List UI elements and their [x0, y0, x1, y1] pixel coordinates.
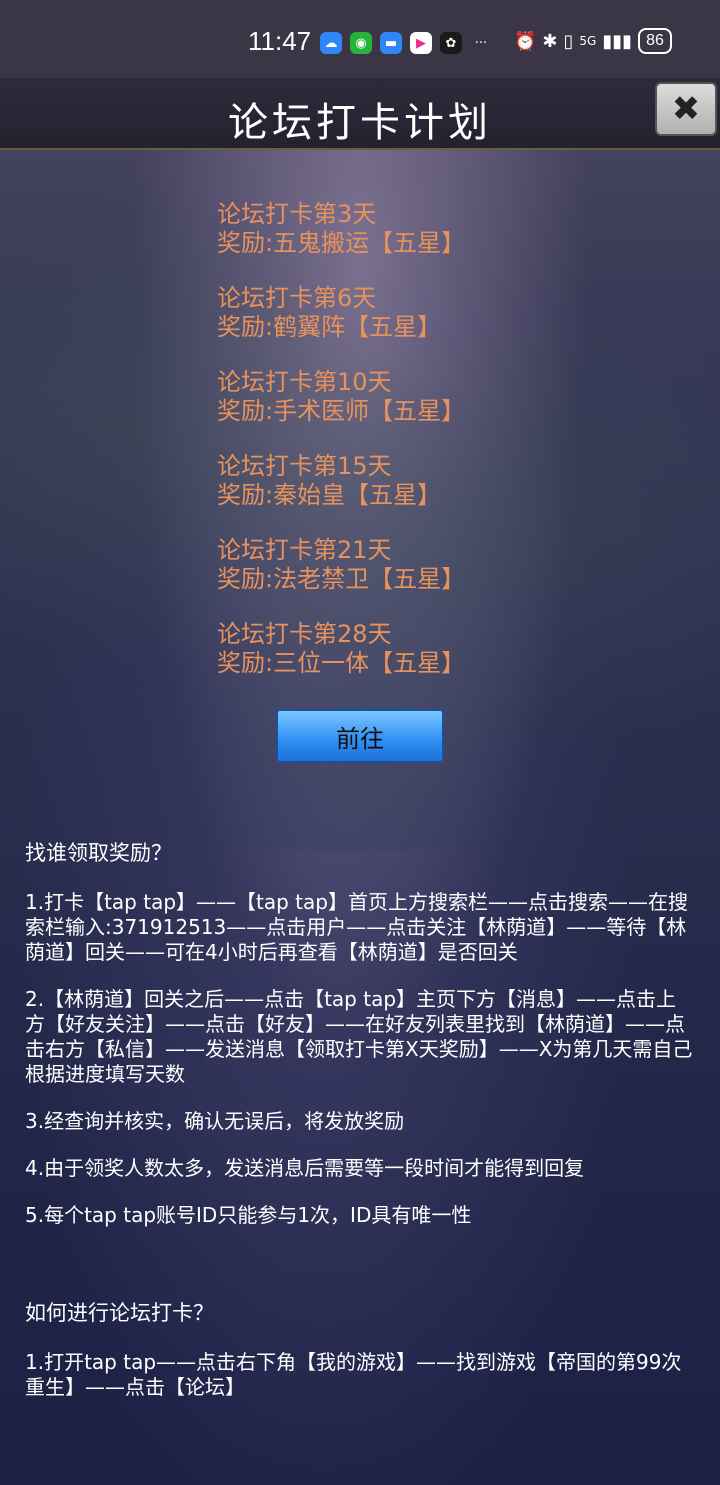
- reward-prize: 奖励:手术医师【五星】: [217, 397, 466, 425]
- reward-day: 论坛打卡第3天: [217, 200, 377, 228]
- close-button[interactable]: ✖: [655, 82, 717, 136]
- signal-icon: ▮▮▮: [602, 30, 633, 52]
- howto-heading: 如何进行论坛打卡？: [25, 1301, 214, 1325]
- claim-heading: 找谁领取奖励？: [25, 841, 172, 865]
- reward-item: 论坛打卡第21天 奖励:法老禁卫【五星】: [217, 536, 465, 594]
- app-icon: ✿: [440, 32, 462, 54]
- status-time: 11:47: [248, 26, 312, 56]
- reward-prize: 奖励:三位一体【五星】: [217, 649, 466, 677]
- message-icon: ▬: [380, 32, 402, 54]
- instructions: 找谁领取奖励？ 1.打卡【tap tap】——【tap tap】首页上方搜索栏—…: [25, 838, 695, 1422]
- cloud-icon: ☁: [320, 32, 342, 54]
- claim-step: 1.打卡【tap tap】——【tap tap】首页上方搜索栏——点击搜索——在…: [25, 890, 688, 964]
- reward-day: 论坛打卡第6天: [217, 284, 377, 312]
- bluetooth-icon: ✱: [542, 30, 558, 52]
- reward-day: 论坛打卡第28天: [217, 620, 392, 648]
- reward-day: 论坛打卡第21天: [217, 536, 392, 564]
- more-icon: ···: [474, 35, 488, 51]
- reward-prize: 奖励:法老禁卫【五星】: [217, 565, 466, 593]
- reward-item: 论坛打卡第3天 奖励:五鬼搬运【五星】: [217, 200, 465, 258]
- go-button[interactable]: 前往: [276, 709, 444, 763]
- reward-prize: 奖励:五鬼搬运【五星】: [217, 229, 466, 257]
- close-icon: ✖: [671, 89, 701, 129]
- vibrate-icon: ▯: [563, 30, 574, 52]
- reward-list: 论坛打卡第3天 奖励:五鬼搬运【五星】 论坛打卡第6天 奖励:鹤翼阵【五星】 论…: [217, 200, 465, 704]
- system-status: ⏰ ✱ ▯ 5G ▮▮▮ 86: [514, 28, 672, 54]
- wechat-icon: ◉: [350, 32, 372, 54]
- reward-prize: 奖励:秦始皇【五星】: [217, 481, 442, 509]
- video-app-icon: ▶: [410, 32, 432, 54]
- reward-prize: 奖励:鹤翼阵【五星】: [217, 313, 442, 341]
- header-bar: 论坛打卡计划: [0, 78, 720, 150]
- alarm-icon: ⏰: [514, 30, 537, 52]
- claim-step: 2.【林荫道】回关之后——点击【tap tap】主页下方【消息】——点击上方【好…: [25, 987, 693, 1086]
- reward-day: 论坛打卡第10天: [217, 368, 392, 396]
- battery-indicator: 86: [638, 28, 672, 54]
- reward-item: 论坛打卡第6天 奖励:鹤翼阵【五星】: [217, 284, 465, 342]
- status-bar: 11:47 ☁ ◉ ▬ ▶ ✿ ··· ⏰ ✱ ▯ 5G ▮▮▮ 86: [0, 0, 720, 78]
- howto-step: 1.打开tap tap——点击右下角【我的游戏】——找到游戏【帝国的第99次重生…: [25, 1350, 682, 1399]
- page-title: 论坛打卡计划: [228, 100, 492, 146]
- claim-step: 5.每个tap tap账号ID只能参与1次，ID具有唯一性: [25, 1203, 472, 1227]
- reward-item: 论坛打卡第10天 奖励:手术医师【五星】: [217, 368, 465, 426]
- claim-step: 4.由于领奖人数太多，发送消息后需要等一段时间才能得到回复: [25, 1156, 585, 1180]
- reward-day: 论坛打卡第15天: [217, 452, 392, 480]
- network-label: 5G: [579, 34, 597, 48]
- reward-item: 论坛打卡第28天 奖励:三位一体【五星】: [217, 620, 465, 678]
- claim-step: 3.经查询并核实，确认无误后，将发放奖励: [25, 1109, 405, 1133]
- reward-item: 论坛打卡第15天 奖励:秦始皇【五星】: [217, 452, 465, 510]
- notification-icons: ☁ ◉ ▬ ▶ ✿ ···: [320, 30, 492, 56]
